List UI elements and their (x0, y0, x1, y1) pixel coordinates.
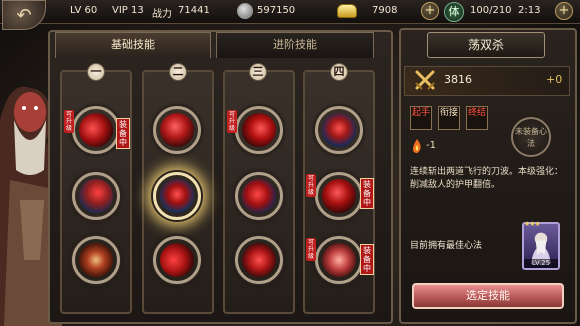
tab-advanced-skills[interactable]: 进阶技能 (216, 32, 374, 58)
select-skill-button[interactable]: 选定技能 (412, 283, 564, 309)
skill-swirl-icon (79, 179, 113, 213)
skill-slot-1-1[interactable] (72, 106, 120, 154)
vip-level: VIP 13 (112, 5, 144, 16)
stamina-icon: 体 (444, 2, 464, 22)
skill-slot-4-3[interactable] (315, 236, 363, 284)
skill-slot-3-3[interactable] (235, 236, 283, 284)
power-value: 71441 (178, 5, 210, 16)
add-gold-button[interactable]: + (421, 2, 439, 20)
portrait-level: LV.25 (524, 259, 558, 268)
skill-swirl-icon (242, 179, 276, 213)
best-mind-portrait[interactable]: LV.25 (522, 222, 560, 270)
skill-slot-4-2[interactable] (315, 172, 363, 220)
player-level: LV 60 (70, 5, 98, 16)
portrait-stars: ★★★ (524, 220, 541, 228)
damage-bonus: +0 (546, 73, 563, 86)
column-number-2: 二 (169, 63, 187, 81)
skill-swirl-icon (322, 243, 356, 277)
skill-swirl-icon (160, 179, 194, 213)
upgrade-tag: 可升级 (64, 110, 74, 133)
skill-slot-3-1[interactable] (235, 106, 283, 154)
flame-icon (413, 139, 421, 153)
skill-slot-2-3[interactable] (153, 236, 201, 284)
column-number-4: 四 (330, 63, 348, 81)
gold-amount: 7908 (372, 5, 398, 16)
tab-basic-skills[interactable]: 基础技能 (55, 32, 211, 58)
combo-end-badge: 终结 (466, 106, 488, 130)
skill-slot-3-2[interactable] (235, 172, 283, 220)
silver-coin-icon (237, 3, 253, 19)
silver-amount: 597150 (257, 5, 296, 16)
equipped-tag: 装备中 (116, 118, 130, 149)
skill-slot-1-2[interactable] (72, 172, 120, 220)
skill-slot-1-3[interactable] (72, 236, 120, 284)
damage-value: 3816 (444, 73, 472, 86)
mana-cost: -1 (426, 140, 436, 151)
skill-slot-2-1[interactable] (153, 106, 201, 154)
skill-swirl-icon (160, 243, 194, 277)
equipped-tag: 装备中 (360, 244, 374, 275)
column-number-1: 一 (87, 63, 105, 81)
back-button[interactable]: ↶ (2, 0, 46, 30)
skill-slot-4-1[interactable] (315, 106, 363, 154)
upgrade-tag: 可升级 (306, 238, 316, 261)
stamina-value: 100/210 (470, 5, 512, 16)
skill-swirl-icon (322, 179, 356, 213)
crossed-swords-icon (415, 70, 435, 90)
column-number-3: 三 (249, 63, 267, 81)
skill-swirl-icon (79, 243, 113, 277)
skill-screen: ↶ LV 60 VIP 13 战力 71441 597150 7908 + 体 … (0, 0, 580, 326)
combo-start-badge: 起手 (410, 106, 432, 130)
stamina-timer: 2:13 (518, 5, 541, 16)
gold-ingot-icon (337, 4, 357, 18)
skill-swirl-icon (242, 113, 276, 147)
skill-swirl-icon (242, 243, 276, 277)
back-arrow-icon: ↶ (16, 4, 32, 26)
upgrade-tag: 可升级 (227, 110, 237, 133)
unequipped-mind-slot[interactable]: 未装备心法 (511, 117, 551, 157)
skill-swirl-icon (79, 113, 113, 147)
add-stamina-button[interactable]: + (555, 2, 573, 20)
skill-name: 荡双杀 (427, 32, 545, 58)
power-label: 战力 (152, 9, 172, 20)
skill-swirl-icon (160, 113, 194, 147)
skill-swirl-icon (322, 113, 356, 147)
equipped-tag: 装备中 (360, 178, 374, 209)
upgrade-tag: 可升级 (306, 174, 316, 197)
best-mind-label: 目前拥有最佳心法 (410, 241, 483, 251)
skill-slot-2-2-selected[interactable] (153, 172, 201, 220)
combo-chain-badge: 衔接 (438, 106, 460, 130)
skill-description: 连续斩出两道飞行的刀波。本级强化：削减敌人的护甲翻倍。 (410, 167, 564, 190)
